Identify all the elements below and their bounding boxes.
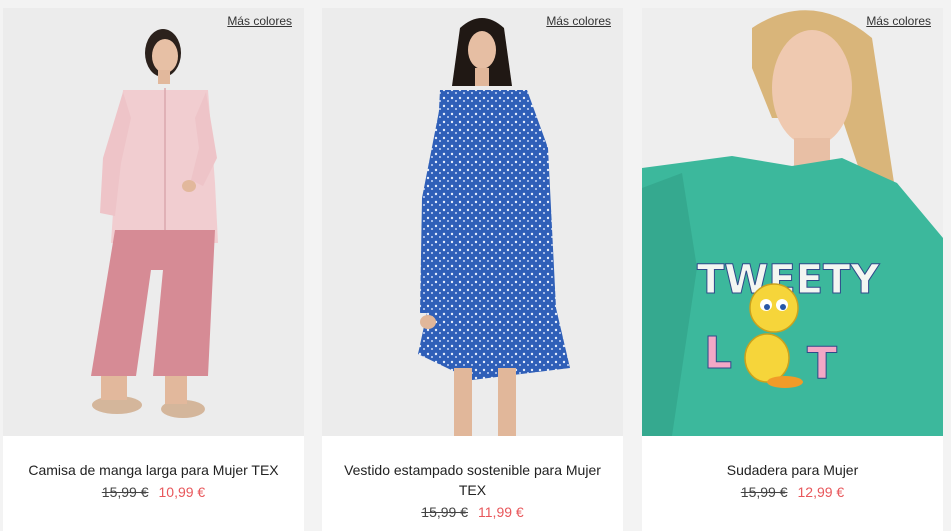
product-image[interactable]: TWEETY L T Más colores: [642, 8, 943, 436]
product-image[interactable]: Más colores: [3, 8, 304, 436]
product-image[interactable]: Más colores: [322, 8, 623, 436]
product-title[interactable]: Vestido estampado sostenible para Mujer …: [330, 460, 615, 500]
svg-text:T: T: [807, 338, 837, 389]
product-title[interactable]: Camisa de manga larga para Mujer TEX: [11, 460, 296, 480]
sale-price: 11,99 €: [478, 504, 524, 520]
price-row: 15,99 € 10,99 €: [3, 484, 304, 500]
more-colors-link[interactable]: Más colores: [546, 14, 611, 28]
sale-price: 12,99 €: [797, 484, 845, 500]
original-price: 15,99 €: [740, 484, 788, 500]
more-colors-link[interactable]: Más colores: [866, 14, 931, 28]
product-card[interactable]: Más colores Vestido estampado sostenible…: [322, 8, 623, 531]
product-grid: Más colores Camisa de manga larga para M…: [0, 0, 951, 531]
more-colors-link[interactable]: Más colores: [227, 14, 292, 28]
original-price: 15,99 €: [421, 504, 469, 520]
sale-price: 10,99 €: [158, 484, 206, 500]
price-row: 15,99 € 12,99 €: [642, 484, 943, 500]
original-price: 15,99 €: [101, 484, 149, 500]
product-card[interactable]: TWEETY L T Más colores Sudadera para Muj…: [642, 8, 943, 531]
product-title[interactable]: Sudadera para Mujer: [650, 460, 935, 480]
price-row: 15,99 € 11,99 €: [322, 504, 623, 520]
product-card[interactable]: Más colores Camisa de manga larga para M…: [3, 8, 304, 531]
svg-text:L: L: [704, 328, 732, 379]
